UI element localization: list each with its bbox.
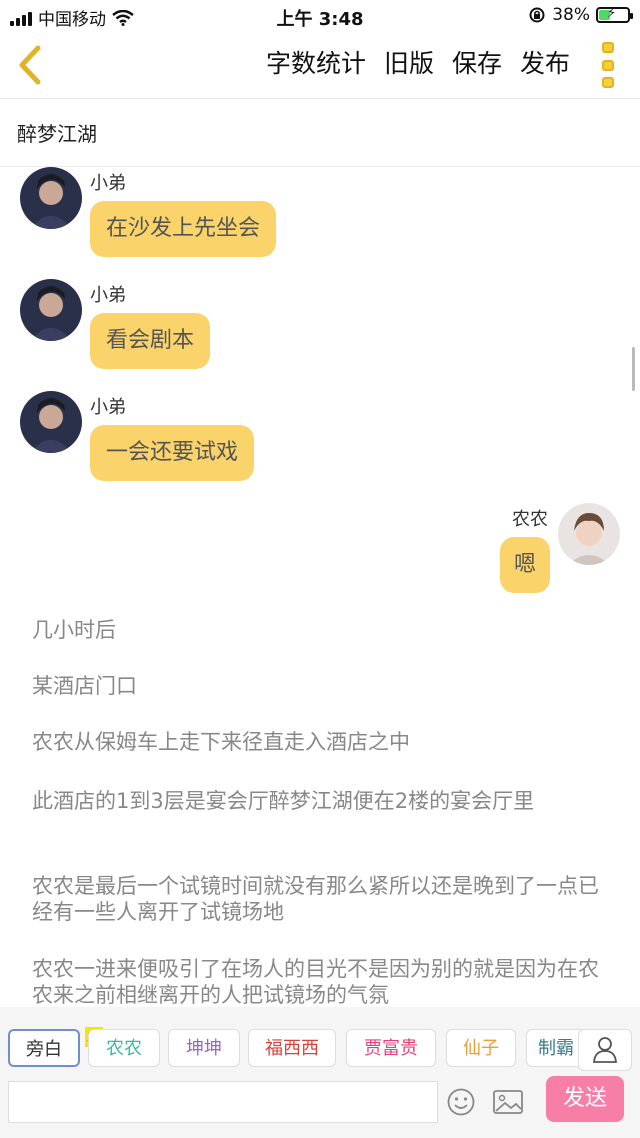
nav-actions: 字数统计 旧版 保存 发布 [266, 46, 570, 82]
message-bubble[interactable]: 看会剧本 [90, 313, 211, 369]
word-count-button[interactable]: 字数统计 [266, 46, 366, 82]
message-right[interactable]: 农农 嗯 [490, 503, 620, 593]
save-button[interactable]: 保存 [452, 46, 502, 82]
character-chip[interactable]: 农农 [88, 1029, 160, 1067]
narration-text[interactable]: 农农一进来便吸引了在场人的目光不是因为别的就是因为在农农来之前相继离开的人把试镜… [32, 956, 602, 1007]
status-right: 38% ⚡ [528, 5, 633, 25]
status-bar: 中国移动 上午 3:48 38% ⚡ [0, 0, 640, 34]
narration-text[interactable]: 某酒店门口 [32, 673, 602, 699]
rotation-lock-icon [529, 7, 545, 23]
message-left[interactable]: 小弟 看会剧本 [20, 279, 211, 369]
send-button[interactable]: 发送 [546, 1076, 624, 1122]
emoji-icon[interactable] [446, 1087, 476, 1117]
avatar[interactable] [20, 391, 82, 453]
character-chip[interactable]: 制霸 [526, 1029, 586, 1067]
message-bubble[interactable]: 一会还要试戏 [90, 425, 255, 481]
character-chip[interactable]: 贾富贵 [346, 1029, 436, 1067]
speaker-name: 小弟 [90, 173, 126, 194]
narration-text[interactable]: 几小时后 [32, 617, 602, 643]
character-chip[interactable]: 仙子 [446, 1029, 516, 1067]
old-version-button[interactable]: 旧版 [384, 46, 434, 82]
speaker-name: 小弟 [90, 285, 126, 306]
avatar[interactable] [20, 279, 82, 341]
more-menu-icon[interactable] [602, 42, 618, 88]
narration-text[interactable]: 此酒店的1到3层是宴会厅醉梦江湖便在2楼的宴会厅里 [32, 788, 602, 814]
input-bar: 发送 [0, 1076, 640, 1138]
character-chip[interactable]: 坤坤 [168, 1029, 240, 1067]
scrollbar[interactable] [632, 347, 635, 391]
narration-text[interactable]: 农农是最后一个试镜时间就没有那么紧所以还是晚到了一点已经有一些人离开了试镜场地 [32, 873, 602, 925]
character-chip[interactable]: 旁白 [8, 1029, 80, 1067]
message-left[interactable]: 小弟 在沙发上先坐会 [20, 167, 277, 257]
battery-percent: 38% [552, 5, 590, 25]
avatar[interactable] [20, 167, 82, 229]
avatar[interactable] [558, 503, 620, 565]
character-bar: 旁白 主 农农 坤坤 福西西 贾富贵 仙子 制霸 [0, 1007, 640, 1079]
message-left[interactable]: 小弟 一会还要试戏 [20, 391, 255, 481]
back-icon[interactable] [14, 44, 46, 86]
chat-area[interactable]: 小弟 在沙发上先坐会 小弟 看会剧本 小弟 一会还要试戏 农农 嗯 几小时后 某… [0, 167, 640, 1007]
speaker-name: 农农 [512, 509, 548, 530]
character-chip[interactable]: 福西西 [248, 1029, 336, 1067]
battery-icon: ⚡ [596, 6, 633, 23]
chapter-title[interactable]: 醉梦江湖 [17, 118, 97, 147]
message-input[interactable] [8, 1081, 438, 1123]
person-icon[interactable] [578, 1029, 632, 1071]
message-bubble[interactable]: 在沙发上先坐会 [90, 201, 277, 257]
speaker-name: 小弟 [90, 397, 126, 418]
nav-bar: 字数统计 旧版 保存 发布 [0, 34, 640, 99]
image-icon[interactable] [492, 1087, 524, 1117]
publish-button[interactable]: 发布 [520, 46, 570, 82]
narration-text[interactable]: 农农从保姆车上走下来径直走入酒店之中 [32, 729, 602, 755]
message-bubble[interactable]: 嗯 [499, 537, 550, 593]
